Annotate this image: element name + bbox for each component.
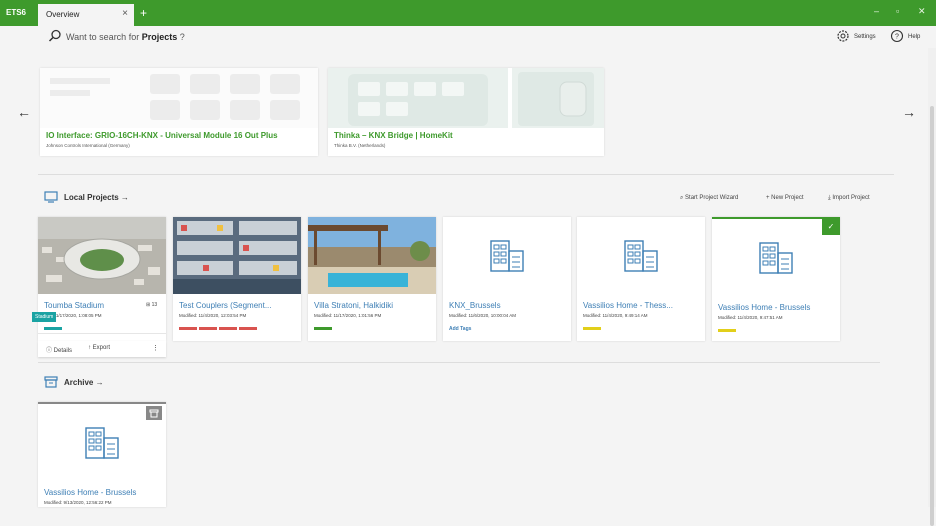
modified-date: Modified: 11/4/2020, 12:03:54 PM xyxy=(179,313,247,318)
banner-subtitle: Johnson Controls International (Germany) xyxy=(46,143,130,148)
project-title: KNX_Brussels xyxy=(449,301,501,310)
building-icon xyxy=(490,240,524,272)
tag-color-bar[interactable] xyxy=(583,327,601,330)
archive-icon xyxy=(44,376,58,388)
maximize-icon[interactable]: ▫ xyxy=(896,6,899,16)
settings-button[interactable]: Settings xyxy=(854,34,876,40)
panel-photo xyxy=(173,217,301,294)
count-badge: ⊞ 13 xyxy=(146,302,158,308)
tag-color-bar[interactable] xyxy=(199,327,217,330)
tag-color-bar[interactable] xyxy=(314,327,332,330)
export-button[interactable]: ↑ Export xyxy=(88,345,110,351)
project-title: Vassilios Home - Brussels xyxy=(718,303,811,312)
banner-subtitle: Thinka B.V. (Netherlands) xyxy=(334,143,386,148)
project-title: Villa Stratoni, Halkidiki xyxy=(314,301,393,310)
minimize-icon[interactable]: – xyxy=(874,6,879,16)
stadium-photo xyxy=(38,217,166,294)
new-project-button[interactable]: + New Project xyxy=(766,195,804,201)
project-title: Vassilios Home - Brussels xyxy=(44,488,137,497)
tag-tooltip: Stadium xyxy=(32,312,57,322)
project-title: Toumba Stadium xyxy=(44,301,105,310)
building-icon xyxy=(85,427,119,459)
tab-overview[interactable]: Overview × xyxy=(38,4,134,26)
add-tags-link[interactable]: Add Tags xyxy=(449,326,471,332)
app-name: ETS6 xyxy=(6,8,27,17)
project-title: Test Couplers (Segment... xyxy=(179,301,272,310)
card-footer: ⓘ Details ↑ Export ⋮ xyxy=(38,341,166,357)
building-icon xyxy=(759,242,793,274)
modified-date: Modified: 11/17/2020, 1:01:56 PM xyxy=(314,313,382,318)
svg-text:?: ? xyxy=(895,34,899,41)
tag-color-bar[interactable] xyxy=(179,327,197,330)
search-bar[interactable]: Want to search for Projects ? Settings ?… xyxy=(0,26,936,48)
start-project-wizard-button[interactable]: ⌕ Start Project Wizard xyxy=(680,195,738,202)
banner-image xyxy=(328,68,604,128)
project-card-vassilios-thess[interactable]: Vassilios Home - Thess... Modified: 11/4… xyxy=(577,217,705,341)
section-divider xyxy=(38,362,880,363)
tab-close-icon[interactable]: × xyxy=(122,8,128,19)
import-project-button[interactable]: ⤓ Import Project xyxy=(828,195,870,202)
archive-heading[interactable]: Archive → xyxy=(64,378,104,387)
next-arrow-icon[interactable]: → xyxy=(902,104,916,120)
gear-icon[interactable] xyxy=(836,29,850,43)
local-projects-heading[interactable]: Local Projects → xyxy=(64,193,129,202)
modified-date: Modified: 11/4/2020, 9:49:14 AM xyxy=(583,313,648,318)
monitor-icon xyxy=(44,191,58,203)
banner-title: IO Interface: GRIO-16CH-KNX - Universal … xyxy=(46,131,278,140)
project-card-toumba-stadium[interactable]: Toumba Stadium ⊞ 13 fied: 11/17/2020, 1:… xyxy=(38,217,166,341)
modified-date: Modified: 11/6/2020, 10:00:04 AM xyxy=(449,313,516,318)
details-button[interactable]: ⓘ Details xyxy=(46,345,72,354)
tag-color-bar[interactable] xyxy=(239,327,257,330)
help-button[interactable]: Help xyxy=(908,34,920,40)
tag-color-bar[interactable] xyxy=(718,329,736,332)
tag-color-bar[interactable] xyxy=(44,327,62,330)
modified-date: Modified: 9/13/2020, 12:56:22 PM xyxy=(44,500,112,505)
villa-photo xyxy=(308,217,436,294)
search-icon[interactable] xyxy=(48,29,62,43)
project-card-vassilios-brussels[interactable]: ✓ Vassilios Home - Brussels Modified: 11… xyxy=(712,217,840,341)
project-card-villa-stratoni[interactable]: Villa Stratoni, Halkidiki Modified: 11/1… xyxy=(308,217,436,341)
add-tab-icon[interactable]: + xyxy=(140,6,147,20)
close-icon[interactable]: ✕ xyxy=(918,6,926,17)
tag-color-bar[interactable] xyxy=(219,327,237,330)
project-title: Vassilios Home - Thess... xyxy=(583,301,673,310)
prev-arrow-icon[interactable]: ← xyxy=(17,104,31,120)
help-icon[interactable]: ? xyxy=(890,29,904,43)
check-icon[interactable]: ✓ xyxy=(822,219,840,235)
scrollbar[interactable] xyxy=(928,48,936,526)
archive-card-vassilios-brussels[interactable]: Vassilios Home - Brussels Modified: 9/13… xyxy=(38,402,166,507)
scroll-thumb[interactable] xyxy=(930,106,934,526)
featured-banner-io-interface[interactable]: IO Interface: GRIO-16CH-KNX - Universal … xyxy=(40,68,318,156)
section-divider xyxy=(38,174,894,175)
modified-date: Modified: 11/4/2020, 9:47:51 AM xyxy=(718,315,783,320)
project-card-test-couplers[interactable]: Test Couplers (Segment... Modified: 11/4… xyxy=(173,217,301,341)
building-icon xyxy=(624,240,658,272)
tab-label: Overview xyxy=(46,10,80,19)
archived-badge-icon xyxy=(146,406,162,420)
more-options-icon[interactable]: ⋮ xyxy=(152,344,159,352)
title-bar: ETS6 Overview × + – ▫ ✕ xyxy=(0,0,936,26)
banner-title: Thinka – KNX Bridge | HomeKit xyxy=(334,131,453,140)
banner-image xyxy=(40,68,318,128)
info-icon: ⓘ xyxy=(46,348,54,354)
search-prompt[interactable]: Want to search for Projects ? xyxy=(66,32,185,42)
featured-banner-thinka[interactable]: Thinka – KNX Bridge | HomeKit Thinka B.V… xyxy=(328,68,604,156)
project-card-knx-brussels[interactable]: KNX_Brussels Modified: 11/6/2020, 10:00:… xyxy=(443,217,571,341)
